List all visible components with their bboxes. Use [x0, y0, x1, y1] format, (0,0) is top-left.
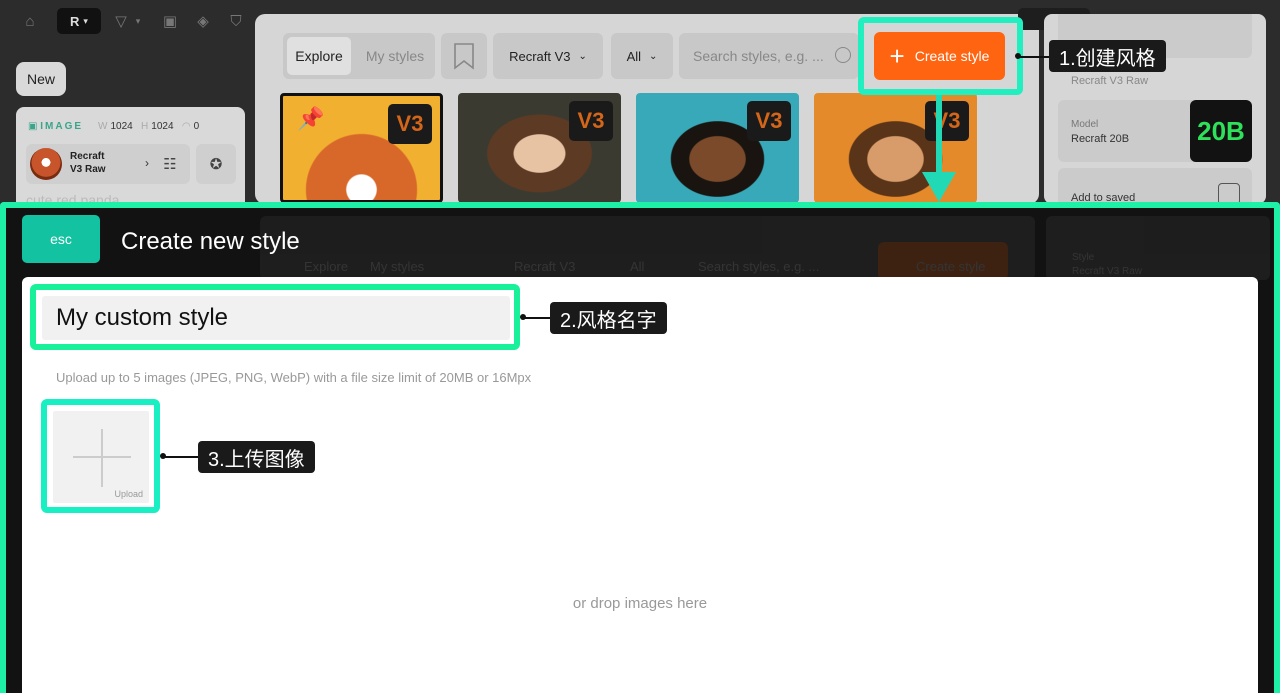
version-badge: V3 [747, 101, 791, 141]
dimensions[interactable]: W 1024 H 1024 ◠ 0 [98, 121, 199, 132]
annotation-line [1018, 56, 1050, 58]
image-tool-icon[interactable]: ▣ [159, 10, 181, 32]
chevron-down-icon: ⌄ [578, 50, 587, 62]
upload-label: Upload [114, 489, 143, 499]
style-search-input[interactable]: Search styles, e.g. ... [679, 33, 859, 79]
annotation-step3: 3.上传图像 [198, 441, 315, 473]
home-icon[interactable]: ⌂ [19, 10, 41, 32]
bookmark-icon [454, 43, 474, 70]
chevron-down-icon: ⌄ [649, 50, 658, 62]
arrow-down-icon [922, 172, 956, 202]
modal-body: 2.风格名字 Upload up to 5 images (JPEG, PNG,… [22, 277, 1258, 693]
style-tabs: Explore My styles [283, 33, 435, 79]
style-thumbnail[interactable]: 📌 V3 [280, 93, 443, 203]
drop-zone-text[interactable]: or drop images here [22, 595, 1258, 612]
add-to-saved-row[interactable]: Add to saved [1058, 168, 1252, 205]
vector-tool-icon[interactable]: ▽ [110, 10, 132, 32]
annotation-line [163, 456, 199, 458]
shirt-tool-icon[interactable]: ⛉ [225, 10, 247, 32]
image-type-label: ▣ IMAGE [28, 121, 84, 132]
pin-icon: 📌 [297, 106, 325, 131]
style-name-input[interactable] [42, 296, 510, 340]
modal-title: Create new style [121, 228, 300, 255]
annotation-line [523, 317, 551, 319]
create-style-modal: Explore My styles Recraft V3 All Search … [0, 202, 1280, 693]
style-value: Recraft V3 Raw [1071, 75, 1149, 87]
model-dropdown[interactable]: Recraft V3 ⌄ [493, 33, 603, 79]
top-toolbar: ⌂ R ▾ ▽ ▾ ▣ ◈ ⛉ [0, 0, 255, 44]
upload-image-button[interactable]: Upload [53, 411, 149, 503]
tab-explore[interactable]: Explore [287, 37, 351, 75]
version-badge: V3 [569, 101, 613, 141]
annotation-step1: 1.创建风格 [1049, 40, 1166, 72]
new-button[interactable]: New [16, 62, 66, 96]
annotation-step2: 2.风格名字 [550, 302, 667, 334]
logo-icon: R [70, 13, 80, 29]
model-card[interactable]: Model Recraft 20B 20B [1058, 100, 1252, 162]
palette-button[interactable]: ✪ [196, 144, 236, 184]
version-badge: V3 [925, 101, 969, 141]
settings-sliders-button[interactable]: ☷ [150, 144, 190, 184]
palette-icon: ✪ [209, 156, 223, 173]
model-badge: 20B [1190, 100, 1252, 162]
style-thumbnail[interactable]: V3 [636, 93, 799, 203]
image-icon: ▣ [28, 121, 41, 132]
tab-my-styles[interactable]: My styles [359, 37, 431, 75]
chevron-right-icon: › [145, 156, 149, 170]
model-thumbnail [30, 148, 62, 180]
chevron-down-icon[interactable]: ▾ [132, 10, 144, 32]
model-name-line2: V3 Raw [70, 164, 106, 175]
sticker-tool-icon[interactable]: ◈ [192, 10, 214, 32]
workspace-logo[interactable]: R ▾ [57, 8, 101, 34]
upload-hint: Upload up to 5 images (JPEG, PNG, WebP) … [56, 370, 532, 385]
filter-dropdown[interactable]: All ⌄ [611, 33, 673, 79]
saved-styles-button[interactable] [441, 33, 487, 79]
model-selector[interactable]: Recraft V3 Raw › [26, 144, 159, 184]
search-icon [835, 47, 851, 63]
esc-button[interactable]: esc [22, 215, 100, 263]
highlight-create-style [858, 17, 1023, 95]
model-name-line1: Recraft [70, 151, 105, 162]
arrow-shaft [936, 95, 942, 175]
chevron-down-icon: ▾ [83, 15, 88, 26]
version-badge: V3 [388, 104, 432, 144]
style-thumbnail[interactable]: V3 [458, 93, 621, 203]
ghost-background: Explore My styles Recraft V3 All Search … [260, 216, 1270, 280]
sliders-icon: ☷ [163, 156, 177, 173]
